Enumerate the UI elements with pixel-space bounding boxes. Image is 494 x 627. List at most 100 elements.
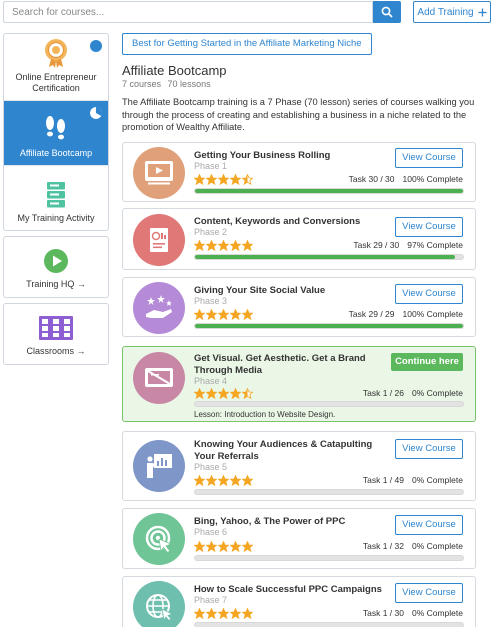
view-course-button[interactable]: View Course <box>395 439 463 459</box>
task-progress: Task 29 / 30 97% Complete <box>353 240 463 250</box>
server-stack-icon <box>47 182 65 208</box>
progress-bar <box>194 489 464 495</box>
classrooms-link[interactable]: Classrooms → <box>3 303 109 365</box>
course-phase: Phase 5 <box>194 462 228 472</box>
progress-bar <box>194 254 464 260</box>
search-icon <box>381 6 393 18</box>
progress-badge <box>90 40 102 52</box>
star-icon <box>217 239 230 254</box>
course-icon-circle <box>133 147 185 199</box>
video-player-icon <box>145 161 173 185</box>
star-icon <box>193 308 206 323</box>
hand-stars-icon <box>146 295 172 318</box>
classroom-grid-icon <box>39 316 73 340</box>
star-icon <box>217 607 230 622</box>
sidebar: Online Entrepreneur Certification Affili… <box>3 33 109 365</box>
complete-percent: 0% Complete <box>411 388 463 398</box>
training-nav: Online Entrepreneur Certification Affili… <box>3 33 109 231</box>
course-card-current: Get Visual. Get Aesthetic. Get a Brand T… <box>122 346 476 422</box>
rating-stars <box>193 239 254 254</box>
lessons-count: 70 lessons <box>167 79 211 89</box>
plus-icon <box>478 8 487 16</box>
star-icon <box>193 607 206 622</box>
view-course-button[interactable]: View Course <box>395 217 463 237</box>
courses-count: 7 courses <box>122 79 162 89</box>
course-meta: 7 courses 70 lessons <box>122 79 482 89</box>
course-phase: Phase 3 <box>194 296 228 306</box>
star-icon <box>217 308 230 323</box>
course-phase: Phase 2 <box>194 227 228 237</box>
star-icon <box>205 540 218 555</box>
star-icon <box>229 607 242 622</box>
training-hq-link[interactable]: Training HQ → <box>3 236 109 298</box>
star-icon <box>193 540 206 555</box>
star-icon <box>205 607 218 622</box>
search-button[interactable] <box>373 1 401 23</box>
progress-bar <box>194 555 464 561</box>
star-icon <box>229 387 242 402</box>
view-course-button[interactable]: View Course <box>395 515 463 535</box>
star-icon <box>217 474 230 489</box>
star-icon <box>205 387 218 402</box>
sidebar-item-label: Affiliate Bootcamp <box>19 148 93 158</box>
complete-percent: 0% Complete <box>411 608 463 618</box>
course-icon-circle <box>133 214 185 266</box>
current-lesson[interactable]: Lesson: Introduction to Website Design. <box>194 410 335 419</box>
course-phase: Phase 6 <box>194 527 228 537</box>
rating-stars <box>193 308 254 323</box>
task-count: Task 1 / 30 <box>362 608 404 618</box>
progress-fill <box>195 189 463 193</box>
complete-percent: 0% Complete <box>411 541 463 551</box>
star-icon <box>229 308 242 323</box>
star-icon <box>205 239 218 254</box>
progress-bar <box>194 401 464 407</box>
task-progress: Task 1 / 49 0% Complete <box>363 475 463 485</box>
complete-percent: 100% Complete <box>402 174 463 184</box>
star-icon <box>205 474 218 489</box>
course-card: Getting Your Business Rolling Phase 1 Ta… <box>122 142 476 202</box>
search-input[interactable] <box>4 2 372 22</box>
star-icon <box>241 239 254 254</box>
course-icon-circle <box>133 513 185 565</box>
star-icon <box>193 387 206 402</box>
task-count: Task 29 / 29 <box>348 309 395 319</box>
task-progress: Task 1 / 30 0% Complete <box>363 608 463 618</box>
course-header: Best for Getting Started in the Affiliat… <box>122 33 482 134</box>
star-icon <box>193 239 206 254</box>
star-icon <box>229 239 242 254</box>
continue-here-button[interactable]: Continue here <box>391 353 463 371</box>
complete-percent: 97% Complete <box>407 240 463 250</box>
sidebar-item-my-training-activity[interactable]: My Training Activity <box>4 165 108 230</box>
course-card: Bing, Yahoo, & The Power of PPC Phase 6 … <box>122 508 476 569</box>
rating-stars <box>193 540 254 555</box>
star-icon <box>241 607 254 622</box>
complete-percent: 100% Complete <box>402 309 463 319</box>
task-count: Task 29 / 30 <box>353 240 400 250</box>
sidebar-item-label: Online Entrepreneur Certification <box>15 72 97 93</box>
star-icon <box>193 474 206 489</box>
progress-fill <box>195 324 463 328</box>
progress-bar <box>194 323 464 329</box>
search-box <box>3 1 373 23</box>
task-progress: Task 1 / 32 0% Complete <box>363 541 463 551</box>
globe-cursor-icon <box>146 594 173 621</box>
sidebar-item-certification[interactable]: Online Entrepreneur Certification <box>4 34 108 100</box>
play-circle-icon <box>44 249 68 273</box>
rating-stars <box>193 173 254 188</box>
view-course-button[interactable]: View Course <box>395 284 463 304</box>
complete-percent: 0% Complete <box>411 475 463 485</box>
view-course-button[interactable]: View Course <box>395 583 463 603</box>
star-icon <box>217 173 230 188</box>
credit-card-icon <box>145 368 173 387</box>
add-training-button[interactable]: Add Training <box>413 1 491 23</box>
course-card: Knowing Your Audiences & Catapulting You… <box>122 431 476 501</box>
star-icon <box>241 540 254 555</box>
view-course-button[interactable]: View Course <box>395 148 463 168</box>
sidebar-item-affiliate-bootcamp[interactable]: Affiliate Bootcamp <box>4 100 108 165</box>
rating-stars <box>193 387 254 402</box>
progress-bar <box>194 622 464 627</box>
star-icon <box>241 308 254 323</box>
course-title: Knowing Your Audiences & Catapulting You… <box>194 439 373 462</box>
niche-button[interactable]: Best for Getting Started in the Affiliat… <box>122 33 372 55</box>
course-icon-circle <box>133 581 185 627</box>
